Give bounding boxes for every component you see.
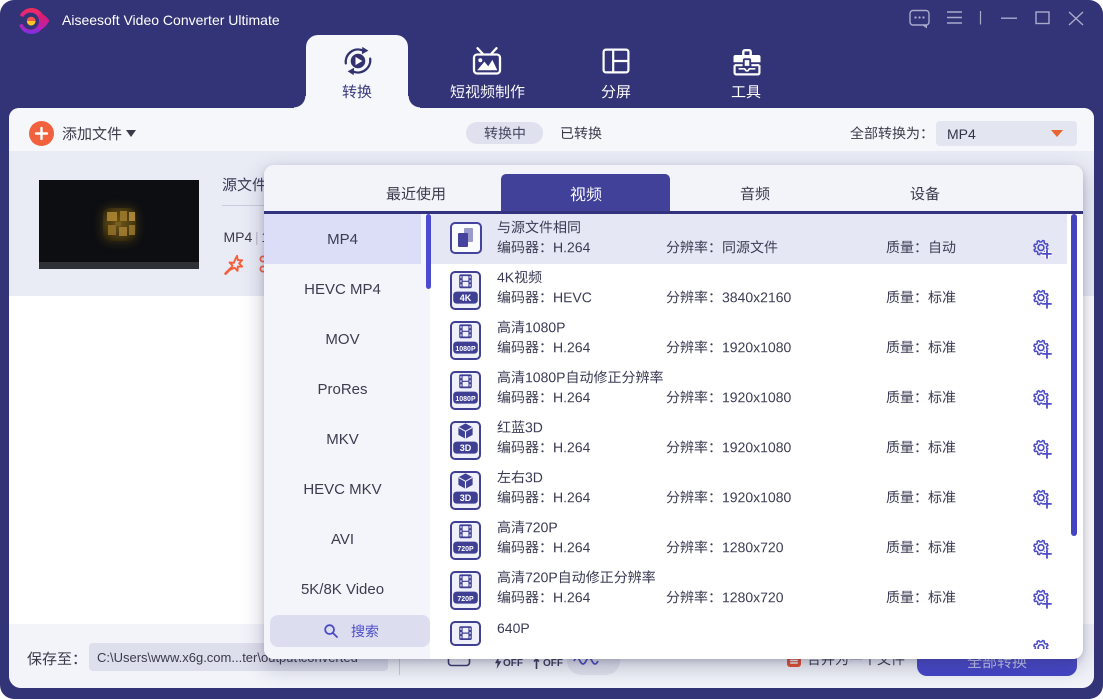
svg-text:1080P: 1080P [455, 396, 476, 403]
svg-text:4K: 4K [460, 293, 472, 303]
svg-text:720P: 720P [457, 546, 474, 553]
svg-text:3D: 3D [460, 443, 472, 453]
svg-text:720P: 720P [457, 596, 474, 603]
svg-text:1080P: 1080P [455, 346, 476, 353]
svg-text:3D: 3D [460, 493, 472, 503]
